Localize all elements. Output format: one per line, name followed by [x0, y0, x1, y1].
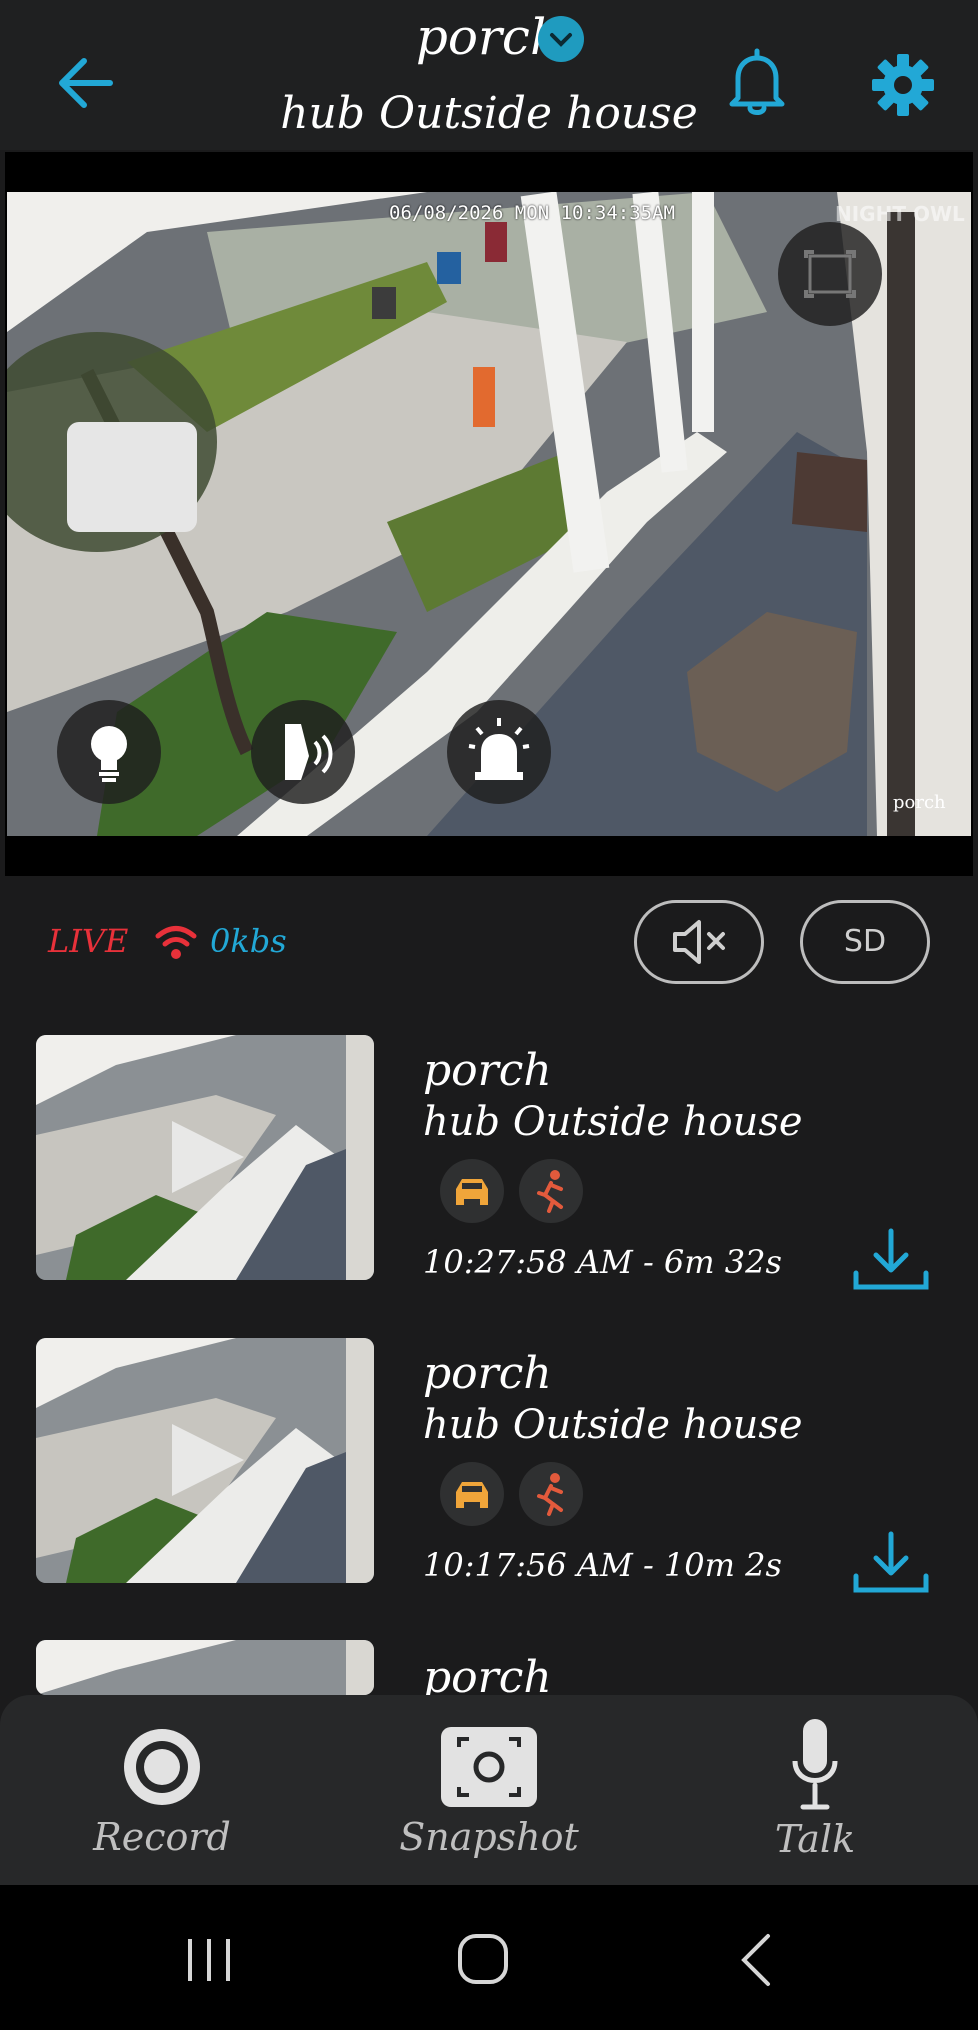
vehicle-tag	[440, 1159, 504, 1223]
record-icon	[124, 1729, 200, 1805]
clip-thumbnail[interactable]	[36, 1035, 374, 1280]
fullscreen-button[interactable]	[778, 222, 882, 326]
camera-subtitle: hub Outside house	[280, 88, 698, 139]
clip-thumbnail[interactable]	[36, 1338, 374, 1583]
clip-title: porch	[423, 1652, 552, 1695]
snapshot-label: Snapshot	[399, 1815, 579, 1859]
wifi-signal-icon	[155, 926, 197, 959]
record-button[interactable]: Record	[42, 1725, 282, 1875]
snapshot-icon	[441, 1727, 537, 1807]
list-item[interactable]: porch hub Outside house 10:17:56 AM - 10…	[0, 1338, 978, 1638]
car-icon	[456, 1179, 488, 1205]
running-person-icon	[537, 1170, 563, 1213]
clip-subtitle: hub Outside house	[423, 1099, 803, 1145]
record-label: Record	[93, 1815, 231, 1859]
speaker-siren-icon	[285, 724, 333, 780]
siren-button[interactable]	[447, 700, 551, 804]
vehicle-tag	[440, 1462, 504, 1526]
bitrate-label: 0kbs	[210, 922, 287, 960]
sd-quality-button[interactable]: SD	[800, 900, 930, 984]
siren-alarm-icon	[468, 718, 530, 780]
download-icon[interactable]	[852, 1530, 930, 1596]
light-bulb-icon	[91, 726, 127, 782]
home-icon[interactable]	[456, 1932, 510, 1986]
back-nav-icon[interactable]	[736, 1932, 776, 1988]
video-timestamp: 06/08/2026 MON 10:34:35AM	[389, 202, 675, 224]
light-button[interactable]	[57, 700, 161, 804]
snapshot-button[interactable]: Snapshot	[369, 1725, 609, 1875]
talk-label: Talk	[774, 1817, 856, 1861]
clip-title: porch	[423, 1045, 552, 1096]
bell-icon[interactable]	[726, 48, 788, 116]
talk-button[interactable]: Talk	[695, 1717, 935, 1875]
clip-subtitle: hub Outside house	[423, 1402, 803, 1448]
live-indicator: LIVE	[48, 922, 129, 960]
speaker-button[interactable]	[251, 700, 355, 804]
list-item[interactable]: porch hub Outside house 10:27:58 AM - 6m…	[0, 1035, 978, 1335]
clip-thumbnail[interactable]	[36, 1640, 374, 1695]
person-tag	[519, 1159, 583, 1223]
camera-watermark-label: porch	[893, 792, 946, 813]
clip-time: 10:17:56 AM - 10m 2s	[423, 1546, 782, 1584]
car-icon	[456, 1482, 488, 1508]
speaker-muted-icon	[673, 920, 725, 964]
play-icon[interactable]	[168, 1117, 248, 1197]
system-navigation-bar	[0, 1885, 978, 2030]
gear-icon[interactable]	[870, 52, 936, 118]
recent-apps-icon[interactable]	[184, 1935, 234, 1985]
camera-title: porch	[415, 8, 563, 66]
running-person-icon	[537, 1473, 563, 1516]
bottom-action-bar: Record Snapshot Talk	[0, 1695, 978, 1885]
live-video-feed[interactable]: 06/08/2026 MON 10:34:35AM NIGHT OWL porc…	[5, 152, 973, 876]
download-icon[interactable]	[852, 1227, 930, 1293]
clip-time: 10:27:58 AM - 6m 32s	[423, 1243, 782, 1281]
fullscreen-icon	[804, 250, 856, 298]
mute-button[interactable]	[634, 900, 764, 984]
clip-title: porch	[423, 1348, 552, 1399]
microphone-icon	[792, 1719, 838, 1810]
app-header: porch hub Outside house	[0, 0, 978, 150]
play-icon[interactable]	[168, 1420, 248, 1500]
person-tag	[519, 1462, 583, 1526]
list-item[interactable]: porch	[0, 1640, 978, 1695]
chevron-down-icon[interactable]	[538, 16, 584, 62]
